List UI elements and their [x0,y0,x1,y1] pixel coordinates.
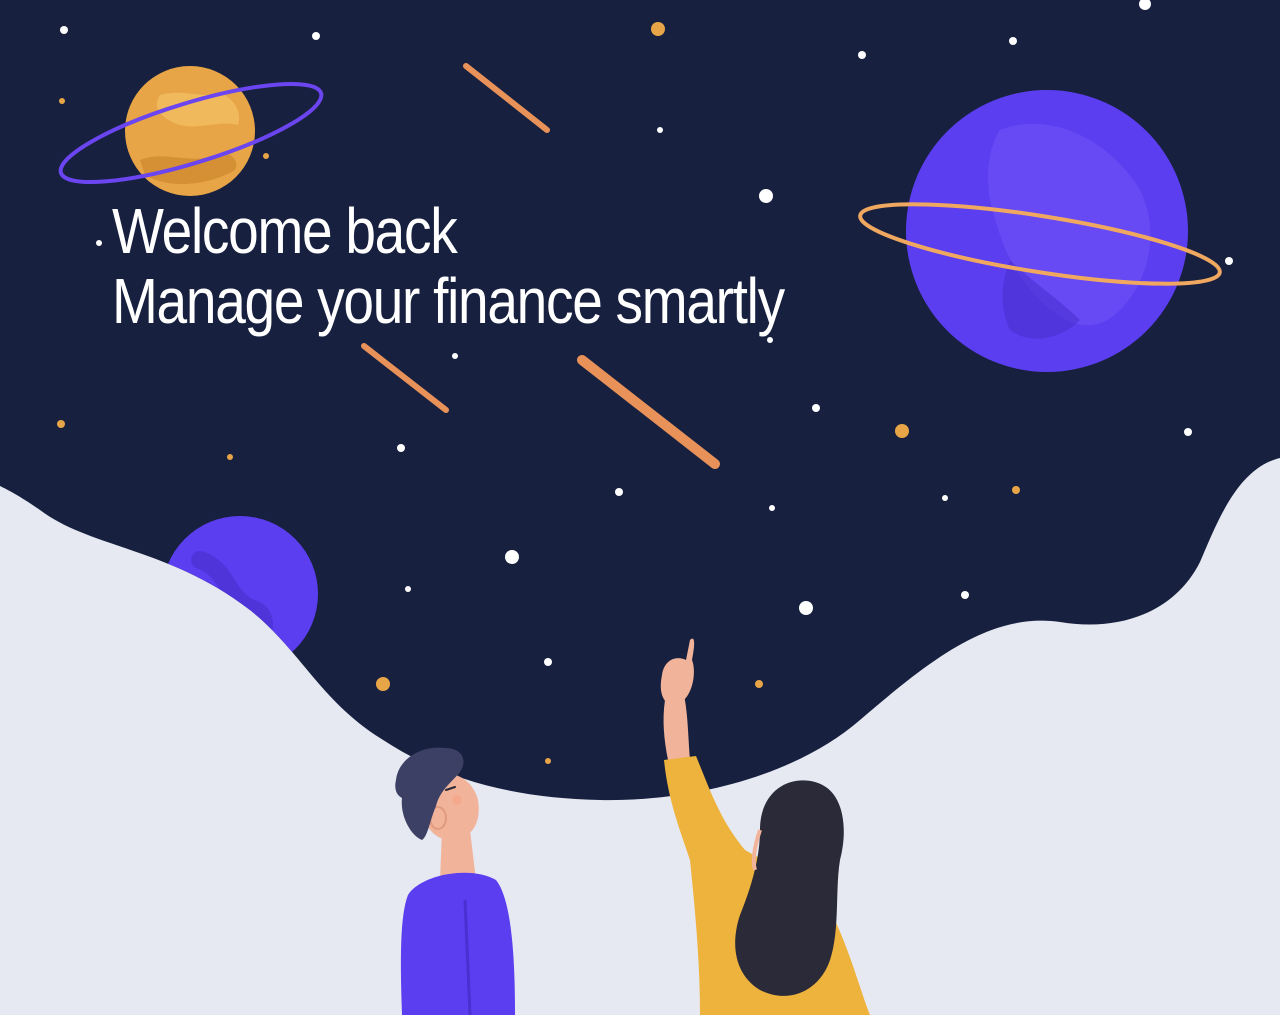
hero-illustration [0,0,1280,1015]
welcome-title: Welcome back [112,195,458,267]
welcome-heading: Welcome back Manage your finance smartly [112,195,785,337]
welcome-subtitle: Manage your finance smartly [112,265,785,337]
